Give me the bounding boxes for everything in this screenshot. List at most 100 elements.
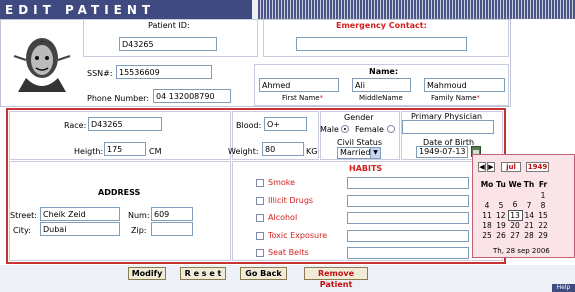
calendar-day[interactable]: [508, 190, 522, 200]
date-picker-popup: ◀ ▶ jul 1949 Mo Tu We Th Fr 1 4 5 6 7 8 …: [472, 154, 575, 258]
emergency-contact-field[interactable]: [296, 37, 467, 51]
civil-status-label: Civil Status: [337, 138, 383, 147]
calendar-week-row: 18 19 20 21 22: [480, 220, 550, 230]
calendar-day[interactable]: 29: [536, 230, 550, 240]
calendar-week-row: 4 5 6 7 8: [480, 200, 550, 210]
race-label: Race:: [64, 121, 87, 130]
habits-box: [232, 161, 503, 261]
calendar-day[interactable]: [522, 190, 536, 200]
weekday-header: We: [508, 180, 522, 189]
family-name-field[interactable]: Mahmoud: [424, 78, 505, 92]
city-label: City:: [13, 226, 31, 235]
reset-button[interactable]: R e s e t: [180, 267, 226, 280]
gender-label: Gender: [344, 113, 374, 122]
city-field[interactable]: Dubai: [40, 222, 120, 236]
habit-illicit-drugs-field[interactable]: [347, 195, 469, 207]
calendar-header-row: Mo Tu We Th Fr: [480, 179, 550, 190]
middle-name-field[interactable]: Ali: [352, 78, 411, 92]
calendar-day[interactable]: 7: [522, 200, 536, 210]
calendar-day[interactable]: 6: [508, 200, 522, 210]
calendar-week-row: 11 12 13 14 15: [480, 209, 550, 221]
male-radio[interactable]: [341, 125, 349, 133]
remove-patient-button[interactable]: Remove Patient: [304, 267, 368, 289]
habit-seat-belts-field[interactable]: [347, 247, 469, 259]
female-radio[interactable]: [387, 125, 395, 133]
ssn-label: SSN#:: [87, 69, 113, 78]
calendar-day[interactable]: 25: [480, 230, 494, 240]
weekday-header: Th: [523, 180, 535, 189]
ssn-field[interactable]: 15536609: [116, 65, 212, 79]
calendar-day[interactable]: 4: [480, 200, 494, 210]
calendar-day[interactable]: 20: [508, 220, 522, 230]
zip-field[interactable]: [151, 222, 193, 236]
calendar-day[interactable]: [480, 190, 494, 200]
weight-unit: KG: [306, 147, 318, 156]
chevron-down-icon: ▼: [370, 148, 380, 158]
female-label: Female: [355, 125, 384, 134]
physician-field[interactable]: [402, 120, 494, 134]
patient-id-field[interactable]: D43265: [119, 37, 217, 51]
patient-id-label: Patient ID:: [148, 21, 190, 30]
weekday-header: Mo: [480, 180, 494, 189]
address-heading: ADDRESS: [98, 188, 141, 197]
phone-field[interactable]: 04 132008790: [153, 89, 231, 103]
habit-smoke-field[interactable]: [347, 177, 469, 189]
street-field[interactable]: Cheik Zeid: [40, 207, 120, 221]
calendar-day[interactable]: 1: [536, 190, 550, 200]
first-name-field[interactable]: Ahmed: [259, 78, 339, 92]
year-select[interactable]: 1949: [526, 162, 549, 172]
calendar-day[interactable]: [494, 190, 508, 200]
race-field[interactable]: D43265: [88, 117, 162, 131]
habit-seat-belts-label: Seat Belts: [268, 248, 309, 257]
habits-heading: HABITS: [349, 164, 383, 173]
calendar-day[interactable]: 15: [536, 210, 550, 220]
habit-toxic-exposure-label: Toxic Exposure: [268, 231, 328, 240]
calendar-day[interactable]: 26: [494, 230, 508, 240]
calendar-day-selected[interactable]: 13: [507, 209, 523, 221]
calendar-day[interactable]: 12: [494, 210, 508, 220]
habit-smoke-checkbox[interactable]: [256, 179, 264, 187]
calendar-day[interactable]: 11: [480, 210, 494, 220]
blood-field[interactable]: O+: [264, 117, 307, 131]
weight-field[interactable]: 80: [262, 142, 304, 156]
habit-alcohol-checkbox[interactable]: [256, 214, 264, 222]
habit-toxic-exposure-checkbox[interactable]: [256, 232, 264, 240]
weight-label: Weight:: [228, 147, 259, 156]
calendar-day[interactable]: 18: [480, 220, 494, 230]
modify-button[interactable]: Modify: [128, 267, 166, 280]
habit-illicit-drugs-label: Illicit Drugs: [268, 196, 314, 205]
dob-field[interactable]: 1949-07-13: [416, 146, 468, 158]
go-back-button[interactable]: Go Back: [240, 267, 287, 280]
help-button[interactable]: Help: [552, 284, 575, 292]
height-unit: CM: [149, 147, 162, 156]
habit-illicit-drugs-checkbox[interactable]: [256, 197, 264, 205]
habit-smoke-label: Smoke: [268, 178, 296, 187]
month-select[interactable]: jul: [501, 162, 521, 172]
num-field[interactable]: 609: [151, 207, 193, 221]
calendar-day[interactable]: 5: [494, 200, 508, 210]
calendar-day[interactable]: 22: [536, 220, 550, 230]
calendar-day[interactable]: 21: [522, 220, 536, 230]
title-panel: EDIT PATIENT: [0, 0, 252, 19]
habit-seat-belts-checkbox[interactable]: [256, 249, 264, 257]
footer-bar: [0, 265, 575, 292]
street-label: Street:: [10, 211, 38, 220]
num-label: Num:: [128, 211, 150, 220]
next-month-icon[interactable]: ▶: [487, 162, 495, 172]
civil-status-select[interactable]: Married ▼: [337, 147, 381, 159]
calendar-day[interactable]: 14: [522, 210, 536, 220]
habit-alcohol-label: Alcohol: [268, 213, 298, 222]
weekday-header: Tu: [496, 180, 506, 189]
emergency-contact-label: Emergency Contact:: [336, 21, 427, 30]
calendar-day[interactable]: 28: [522, 230, 536, 240]
habit-alcohol-field[interactable]: [347, 212, 469, 224]
calendar-day[interactable]: 19: [494, 220, 508, 230]
prev-month-icon[interactable]: ◀: [478, 162, 486, 172]
calendar-today-label[interactable]: Th, 28 sep 2006: [493, 247, 550, 255]
habit-toxic-exposure-field[interactable]: [347, 230, 469, 242]
family-name-caption: Family Name*: [431, 94, 480, 102]
calendar-week-row: 25 26 27 28 29: [480, 230, 550, 240]
calendar-day[interactable]: 27: [508, 230, 522, 240]
height-field[interactable]: 175: [104, 142, 146, 156]
calendar-day[interactable]: 8: [536, 200, 550, 210]
